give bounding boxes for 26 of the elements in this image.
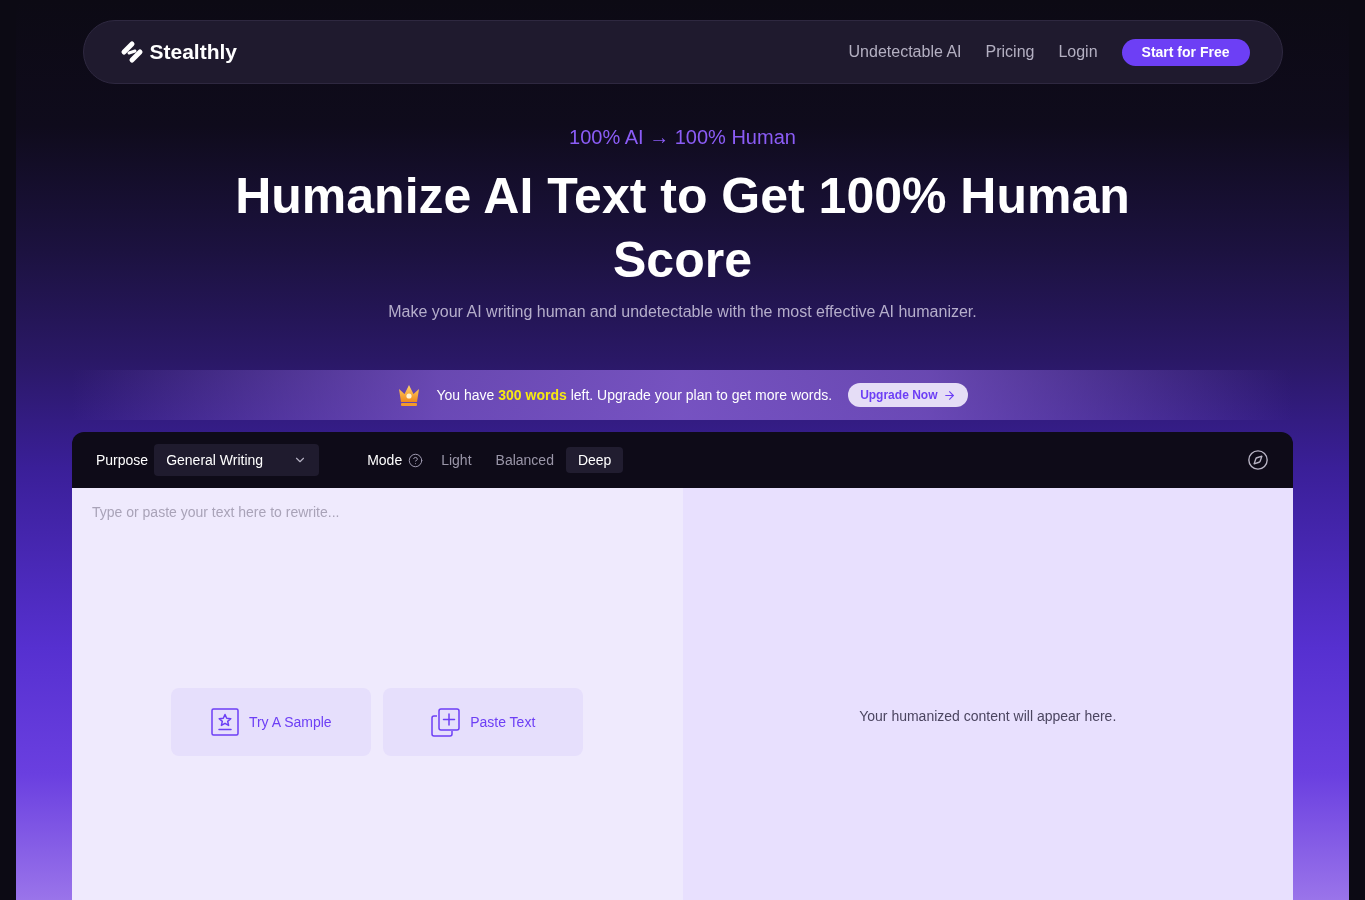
mode-option[interactable]: Light: [429, 447, 484, 473]
copy-plus-icon: [431, 707, 461, 737]
output-empty-message: Your humanized content will appear here.: [859, 707, 1117, 726]
hero-heading: Humanize AI Text to Get 100% Human Score: [234, 167, 1131, 290]
compass-icon[interactable]: [1247, 449, 1269, 471]
help-icon[interactable]: [408, 452, 424, 468]
arrow-right-icon: [943, 388, 957, 402]
nav-link[interactable]: Pricing: [985, 40, 1035, 64]
mode-option[interactable]: Balanced: [483, 447, 566, 473]
mode-label: Mode: [367, 450, 403, 470]
upgrade-now-button[interactable]: Upgrade Now: [848, 383, 969, 407]
brand-name[interactable]: Stealthly: [149, 36, 238, 68]
logo-icon: [119, 40, 144, 64]
word-limit-message: You have 300 words left. Upgrade your plan to get more words.: [436, 385, 833, 405]
star-frame-icon: [210, 708, 239, 736]
hero-subtitle: Make your AI writing human and undetectable with the most effective AI humanizer.: [388, 302, 977, 322]
nav-link[interactable]: Login: [1058, 40, 1098, 64]
mode-option[interactable]: Deep: [565, 447, 624, 473]
nav-link[interactable]: Undetectable AI: [848, 40, 962, 64]
purpose-select[interactable]: General Writing: [154, 444, 320, 476]
editor-action-button[interactable]: Try A Sample: [171, 688, 372, 756]
start-for-free-button[interactable]: Start for Free: [1121, 38, 1250, 66]
editor-action-button[interactable]: Paste Text: [383, 688, 584, 756]
crown-icon: [396, 383, 421, 407]
purpose-label: Purpose: [96, 450, 149, 470]
tagline: 100% AI → 100% Human: [569, 125, 796, 150]
